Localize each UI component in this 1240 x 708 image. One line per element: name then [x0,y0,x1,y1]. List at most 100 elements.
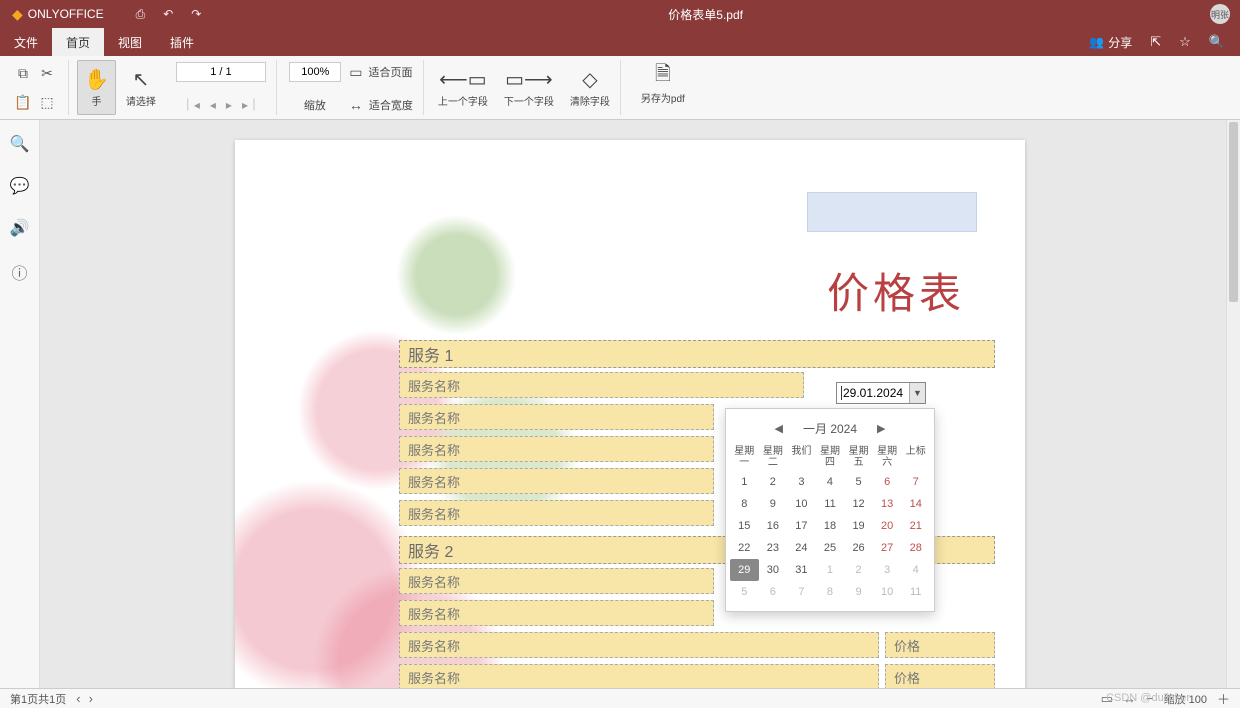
price-field[interactable]: 价格 [885,632,995,658]
hand-tool-button[interactable]: ✋ 手 [77,60,116,115]
calendar-day[interactable]: 6 [759,581,788,603]
app-logo: ◆ ONLYOFFICE [0,6,116,23]
calendar-day[interactable]: 3 [873,559,902,581]
calendar-day[interactable]: 12 [844,493,873,515]
calendar-day[interactable]: 28 [901,537,930,559]
section1-header[interactable]: 服务 1 [399,340,995,368]
calendar-day[interactable]: 26 [844,537,873,559]
calendar-day[interactable]: 30 [759,559,788,581]
fit-width-button[interactable]: ↔适合宽度 [349,97,413,113]
calendar-day[interactable]: 7 [901,471,930,493]
calendar-day[interactable]: 8 [816,581,845,603]
status-prev-page-icon[interactable]: ‹ [76,691,80,706]
calendar-day[interactable]: 5 [844,471,873,493]
calendar-day[interactable]: 27 [873,537,902,559]
price-field[interactable]: 价格 [885,664,995,688]
save-as-pdf-button[interactable]: 🗎 另存为pdf [635,62,691,107]
calendar-day[interactable]: 17 [787,515,816,537]
service-name-field[interactable]: 服务名称 [399,632,879,658]
share-button[interactable]: 👥分享 [1089,34,1132,51]
scrollbar-thumb[interactable] [1229,122,1238,302]
service-name-field[interactable]: 服务名称 [399,436,714,462]
calendar-day[interactable]: 23 [759,537,788,559]
last-page-icon[interactable]: ▸｜ [242,96,260,113]
service-name-field[interactable]: 服务名称 [399,468,714,494]
favorite-icon[interactable]: ☆ [1179,34,1191,50]
prev-page-icon[interactable]: ◂ [210,98,216,112]
redo-icon[interactable]: ↷ [191,7,201,22]
calendar-day[interactable]: 31 [787,559,816,581]
calendar-day[interactable]: 19 [844,515,873,537]
comments-icon[interactable]: 💬 [10,176,30,196]
calendar-day[interactable]: 16 [759,515,788,537]
tab-view[interactable]: 视图 [104,28,156,56]
calendar-day[interactable]: 4 [901,559,930,581]
calendar-day[interactable]: 9 [759,493,788,515]
tab-file[interactable]: 文件 [0,28,52,56]
service-name-field[interactable]: 服务名称 [399,664,879,688]
calendar-day[interactable]: 4 [816,471,845,493]
vertical-scrollbar[interactable] [1226,120,1240,688]
calendar-day[interactable]: 18 [816,515,845,537]
page-number-input[interactable] [176,62,266,82]
zoom-in-icon[interactable]: ＋ [1217,689,1230,708]
calendar-day[interactable]: 14 [901,493,930,515]
undo-icon[interactable]: ↶ [163,7,173,22]
calendar-day[interactable]: 29 [730,559,759,581]
calendar-day[interactable]: 8 [730,493,759,515]
calendar-day[interactable]: 1 [816,559,845,581]
calendar-day[interactable]: 5 [730,581,759,603]
calendar-day[interactable]: 24 [787,537,816,559]
calendar-day[interactable]: 22 [730,537,759,559]
calendar-day[interactable]: 1 [730,471,759,493]
calendar-day[interactable]: 7 [787,581,816,603]
calendar-day[interactable]: 11 [901,581,930,603]
feedback-icon[interactable]: 🔊 [10,218,30,238]
calendar-day[interactable]: 10 [787,493,816,515]
next-page-icon[interactable]: ▸ [226,98,232,112]
calendar-day[interactable]: 20 [873,515,902,537]
open-location-icon[interactable]: ⇱ [1150,34,1161,50]
tab-home[interactable]: 首页 [52,28,104,56]
next-month-icon[interactable]: ▶ [877,422,885,435]
fit-page-button[interactable]: ▭适合页面 [349,64,412,81]
cut-icon[interactable]: ✂ [36,62,58,84]
zoom-select[interactable] [289,62,341,82]
service-name-field[interactable]: 服务名称 [399,372,804,398]
next-field-button[interactable]: ▭⟶ 下一个字段 [498,60,560,115]
search-icon[interactable]: 🔍 [1209,34,1225,50]
find-icon[interactable]: 🔍 [10,134,30,154]
calendar-day[interactable]: 15 [730,515,759,537]
tab-plugins[interactable]: 插件 [156,28,208,56]
calendar-day[interactable]: 3 [787,471,816,493]
avatar[interactable]: 明张 [1210,4,1230,24]
calendar-day[interactable]: 13 [873,493,902,515]
copy-icon[interactable]: ⧉ [12,62,34,84]
print-icon[interactable]: ⎙ [136,7,146,22]
calendar-day[interactable]: 2 [844,559,873,581]
calendar-day[interactable]: 10 [873,581,902,603]
service-name-field[interactable]: 服务名称 [399,500,714,526]
calendar-day[interactable]: 11 [816,493,845,515]
date-input[interactable]: 29.01.2024 ▼ [836,382,926,404]
calendar-day[interactable]: 6 [873,471,902,493]
clear-fields-button[interactable]: ◇ 清除字段 [564,60,616,115]
select-tool-button[interactable]: ↖ 请选择 [120,60,162,115]
select-area-icon[interactable]: ⬚ [36,91,58,113]
paste-icon[interactable]: 📋 [12,91,34,113]
calendar-day[interactable]: 9 [844,581,873,603]
about-icon[interactable]: ⓘ [11,260,27,284]
prev-month-icon[interactable]: ◀ [775,422,783,435]
service-name-field[interactable]: 服务名称 [399,600,714,626]
service-name-field[interactable]: 服务名称 [399,568,714,594]
status-next-page-icon[interactable]: › [89,691,93,706]
calendar-day[interactable]: 25 [816,537,845,559]
first-page-icon[interactable]: ｜◂ [182,96,200,113]
calendar-day[interactable]: 21 [901,515,930,537]
image-placeholder-field[interactable] [807,192,977,232]
date-dropdown-icon[interactable]: ▼ [909,383,925,403]
service-name-field[interactable]: 服务名称 [399,404,714,430]
prev-field-button[interactable]: ⟵▭ 上一个字段 [432,60,494,115]
calendar-day[interactable]: 2 [759,471,788,493]
calendar-month-label[interactable]: 一月 2024 [803,420,857,437]
